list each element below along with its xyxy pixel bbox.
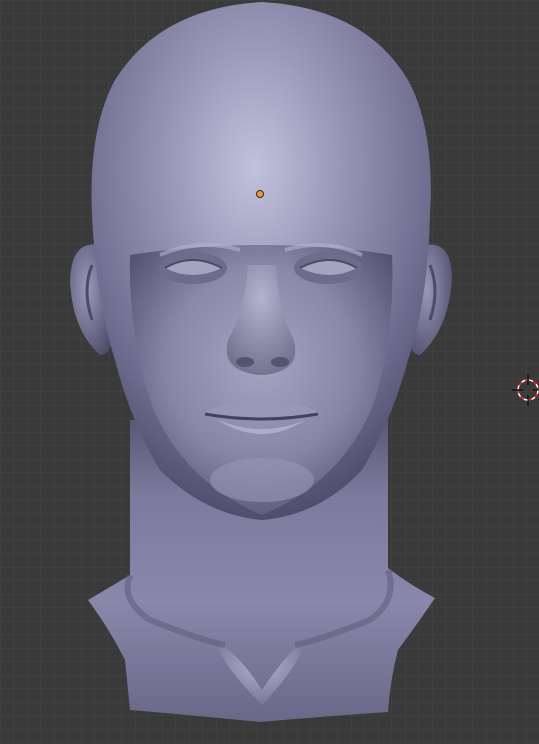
chin bbox=[210, 458, 314, 502]
right-eye bbox=[294, 252, 362, 284]
left-eye bbox=[159, 252, 227, 284]
3d-viewport[interactable] bbox=[0, 0, 539, 744]
object-origin-point[interactable] bbox=[256, 190, 264, 198]
